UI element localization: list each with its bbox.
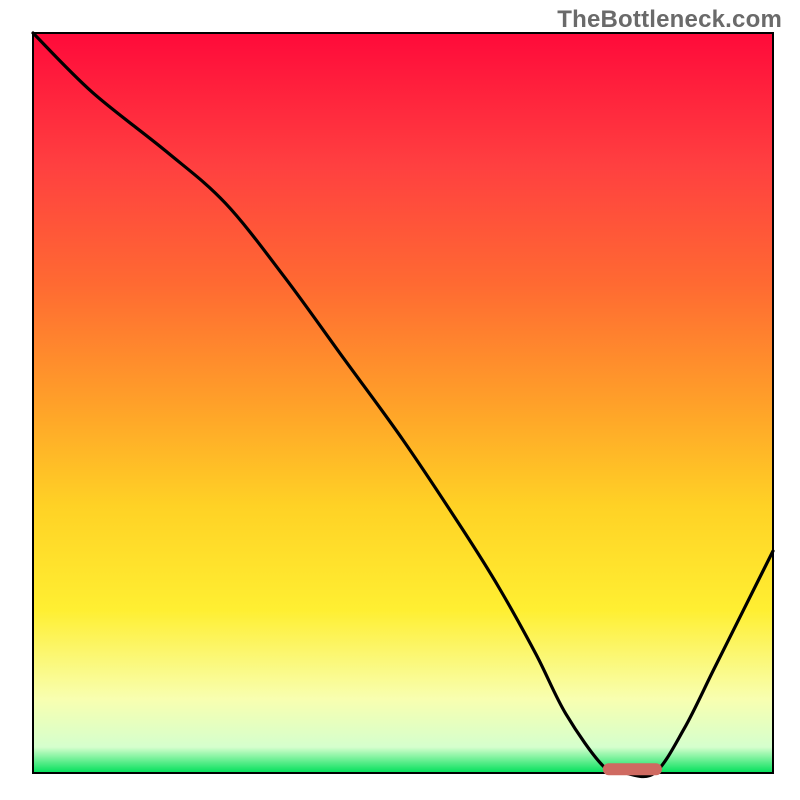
optimum-marker — [603, 763, 662, 775]
plot-background — [33, 33, 773, 773]
bottleneck-chart — [0, 0, 800, 800]
chart-container: { "watermark": "TheBottleneck.com", "col… — [0, 0, 800, 800]
